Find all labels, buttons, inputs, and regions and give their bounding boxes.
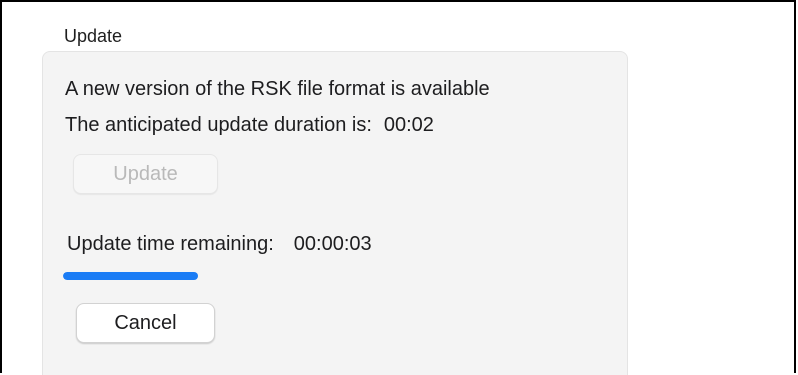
duration-row: The anticipated update duration is: 00:02 — [65, 114, 434, 137]
remaining-row: Update time remaining: 00:00:03 — [67, 233, 372, 256]
new-version-message: A new version of the RSK file format is … — [65, 78, 490, 100]
duration-value: 00:02 — [383, 114, 434, 136]
update-button[interactable]: Update — [73, 154, 218, 194]
update-progress-bar — [63, 272, 345, 280]
settings-window: Update A new version of the RSK file for… — [0, 0, 796, 375]
section-title: Update — [64, 26, 123, 46]
duration-label: The anticipated update duration is: — [65, 114, 372, 136]
update-panel: A new version of the RSK file format is … — [42, 51, 628, 375]
cancel-button[interactable]: Cancel — [76, 303, 215, 343]
update-progress-fill — [63, 272, 199, 280]
remaining-value: 00:00:03 — [293, 233, 372, 255]
remaining-label: Update time remaining: — [67, 233, 274, 255]
